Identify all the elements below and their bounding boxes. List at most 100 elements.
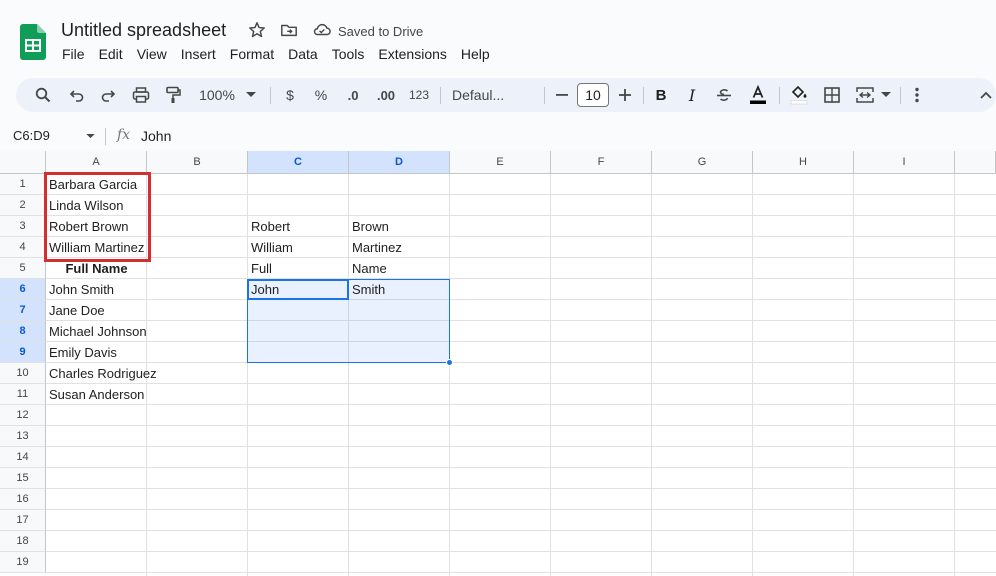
gridline — [46, 362, 996, 363]
column-header-b[interactable]: B — [147, 151, 248, 174]
gridline — [46, 278, 996, 279]
cell-a10[interactable]: Charles Rodriguez — [46, 363, 157, 384]
italic-button[interactable]: I — [683, 78, 701, 112]
row-header-3[interactable]: 3 — [0, 216, 46, 237]
formula-input[interactable]: John — [141, 128, 171, 144]
percent-label: % — [314, 87, 328, 103]
currency-format-button[interactable]: $ — [280, 78, 300, 112]
bold-button[interactable]: B — [652, 78, 670, 112]
zoom-dropdown-icon[interactable] — [243, 78, 259, 112]
print-icon[interactable] — [130, 78, 152, 112]
menu-extensions[interactable]: Extensions — [378, 46, 454, 62]
merge-cells-icon[interactable] — [854, 78, 876, 112]
column-header-a[interactable]: A — [46, 151, 147, 174]
collapse-toolbar-icon[interactable] — [976, 78, 996, 112]
gridline — [46, 236, 996, 237]
name-box[interactable]: C6:D9 — [13, 128, 50, 143]
column-header-d[interactable]: D — [349, 151, 450, 174]
row-header-18[interactable]: 18 — [0, 531, 46, 552]
column-header-f[interactable]: F — [551, 151, 652, 174]
column-header-e[interactable]: E — [450, 151, 551, 174]
document-title[interactable]: Untitled spreadsheet — [61, 20, 226, 41]
increase-decimal-button[interactable]: .00 — [372, 78, 400, 112]
increase-font-size-icon[interactable] — [616, 78, 634, 112]
row-header-14[interactable]: 14 — [0, 447, 46, 468]
name-box-dropdown-icon[interactable] — [86, 134, 95, 139]
row-header-1[interactable]: 1 — [0, 174, 46, 195]
cell-c3[interactable]: Robert — [248, 216, 348, 237]
text-color-icon[interactable] — [747, 78, 769, 112]
cell-d5[interactable]: Name — [349, 258, 449, 279]
cell-a9[interactable]: Emily Davis — [46, 342, 147, 363]
menu-view[interactable]: View — [137, 46, 175, 62]
column-header-h[interactable]: H — [753, 151, 854, 174]
gridline — [449, 174, 450, 576]
row-header-12[interactable]: 12 — [0, 405, 46, 426]
redo-icon[interactable] — [97, 78, 119, 112]
percent-format-button[interactable]: % — [311, 78, 331, 112]
cell-d3[interactable]: Brown — [349, 216, 449, 237]
undo-icon[interactable] — [66, 78, 88, 112]
fill-handle[interactable] — [446, 359, 453, 366]
more-formats-button[interactable]: 123 — [406, 78, 432, 112]
select-all-corner[interactable] — [0, 151, 46, 174]
row-header-15[interactable]: 15 — [0, 468, 46, 489]
fill-color-icon[interactable] — [788, 78, 810, 112]
menu-file[interactable]: File — [62, 46, 93, 62]
font-size-input[interactable]: 10 — [577, 83, 609, 107]
font-select[interactable]: Defaul... — [452, 78, 532, 112]
decrease-decimal-button[interactable]: .0 — [341, 78, 365, 112]
menu-tools[interactable]: Tools — [332, 46, 373, 62]
gridline — [954, 174, 955, 576]
decrease-font-size-icon[interactable] — [553, 78, 571, 112]
cell-a8[interactable]: Michael Johnson — [46, 321, 147, 342]
cell-c5[interactable]: Full — [248, 258, 348, 279]
gridline — [752, 174, 753, 576]
borders-icon[interactable] — [821, 78, 843, 112]
row-header-6[interactable]: 6 — [0, 279, 46, 300]
column-header-g[interactable]: G — [652, 151, 753, 174]
cell-a7[interactable]: Jane Doe — [46, 300, 147, 321]
more-options-icon[interactable] — [909, 78, 925, 112]
star-icon[interactable] — [248, 21, 266, 39]
menu-edit[interactable]: Edit — [99, 46, 131, 62]
gridline — [46, 404, 996, 405]
row-header-10[interactable]: 10 — [0, 363, 46, 384]
row-header-9[interactable]: 9 — [0, 342, 46, 363]
strikethrough-icon[interactable] — [714, 78, 734, 112]
cell-a6[interactable]: John Smith — [46, 279, 147, 300]
menu-data[interactable]: Data — [288, 46, 326, 62]
row-header-7[interactable]: 7 — [0, 300, 46, 321]
column-header-c[interactable]: C — [248, 151, 349, 174]
row-header-5[interactable]: 5 — [0, 258, 46, 279]
merge-dropdown-icon[interactable] — [879, 78, 893, 112]
menu-insert[interactable]: Insert — [181, 46, 224, 62]
row-header-17[interactable]: 17 — [0, 510, 46, 531]
menu-help[interactable]: Help — [461, 46, 498, 62]
menu-bar: File Edit View Insert Format Data Tools … — [62, 46, 504, 62]
cell-d6[interactable]: Smith — [349, 279, 449, 300]
search-menus-icon[interactable] — [32, 78, 54, 112]
cell-d4[interactable]: Martinez — [349, 237, 449, 258]
cell-a11[interactable]: Susan Anderson — [46, 384, 147, 405]
row-header-2[interactable]: 2 — [0, 195, 46, 216]
row-header-4[interactable]: 4 — [0, 237, 46, 258]
more-formats-label: 123 — [408, 88, 430, 102]
cloud-saved-icon[interactable] — [312, 21, 332, 39]
move-folder-icon[interactable] — [280, 21, 298, 39]
column-header-partial[interactable] — [955, 151, 996, 174]
formula-bar-divider — [105, 128, 106, 145]
sheet-grid[interactable]: A B C D E F G H I 1 2 3 4 5 6 7 8 9 10 1… — [0, 151, 996, 576]
zoom-select[interactable]: 100% — [196, 78, 238, 112]
gridline — [550, 174, 551, 576]
row-header-19[interactable]: 19 — [0, 552, 46, 573]
column-header-i[interactable]: I — [854, 151, 955, 174]
row-header-11[interactable]: 11 — [0, 384, 46, 405]
cell-c4[interactable]: William — [248, 237, 348, 258]
row-header-8[interactable]: 8 — [0, 321, 46, 342]
paint-format-icon[interactable] — [162, 78, 184, 112]
menu-format[interactable]: Format — [230, 46, 282, 62]
row-header-16[interactable]: 16 — [0, 489, 46, 510]
sheets-logo-icon[interactable] — [20, 24, 46, 60]
row-header-13[interactable]: 13 — [0, 426, 46, 447]
